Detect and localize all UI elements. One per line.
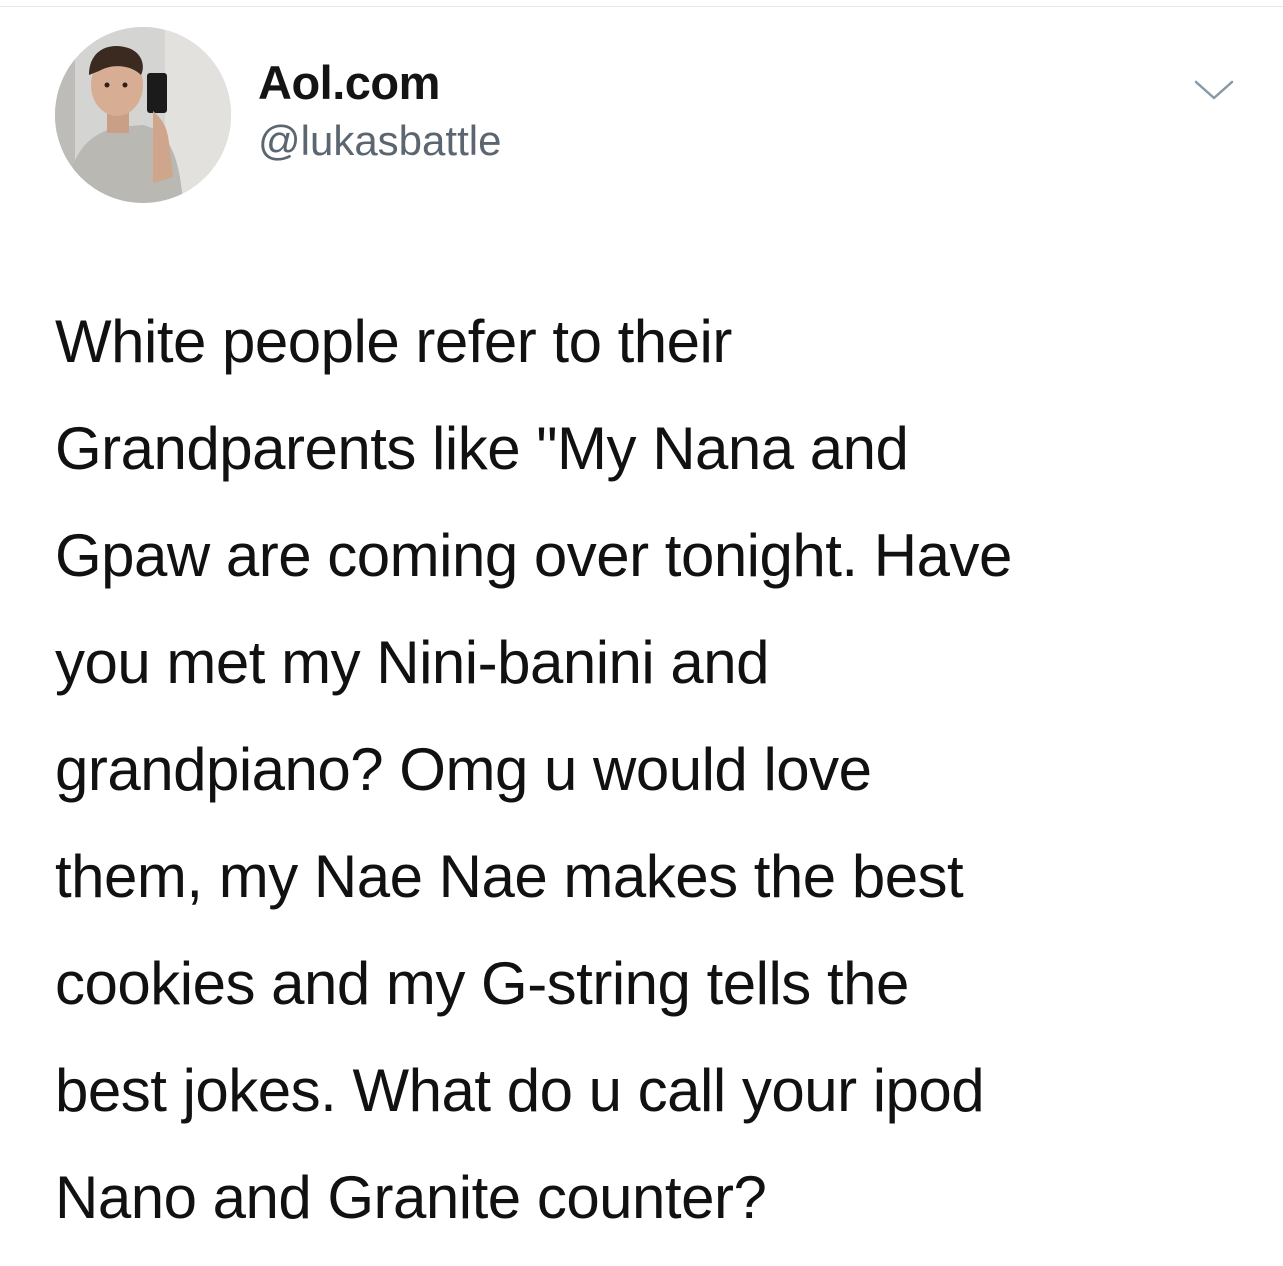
author-handle[interactable]: @lukasbattle [258,117,501,165]
tweet-text-line: Gpaw are coming over tonight. Have [55,522,1012,589]
tweet-text-line: White people refer to their [55,308,732,375]
top-divider [0,6,1283,7]
tweet-text-line: Nano and Granite counter? [55,1164,767,1231]
tweet-body: White people refer to their Grandparents… [55,288,1255,1251]
author-display-name[interactable]: Aol.com [258,55,440,110]
tweet-text-line: Grandparents like "My Nana and [55,415,909,482]
tweet-text-line: cookies and my G-string tells the [55,950,909,1017]
tweet-text-line: you met my Nini-banini and [55,629,770,696]
tweet-text-line: grandpiano? Omg u would love [55,736,872,803]
tweet-text-line: them, my Nae Nae makes the best [55,843,964,910]
chevron-down-icon [1194,80,1234,100]
tweet-text-line: best jokes. What do u call your ipod [55,1057,985,1124]
avatar-photo-icon [55,27,231,203]
tweet-options-button[interactable] [1186,70,1242,110]
author-avatar[interactable] [55,27,231,203]
